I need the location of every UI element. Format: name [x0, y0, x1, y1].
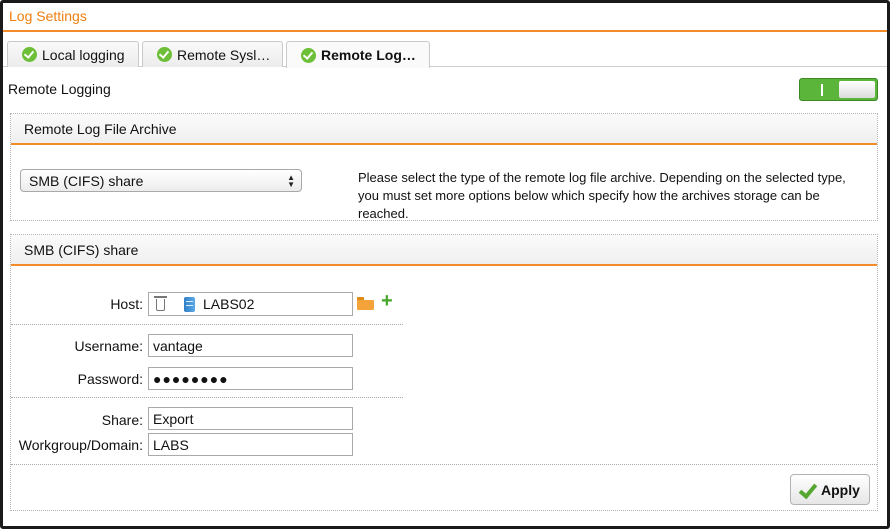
- divider: [11, 464, 877, 465]
- server-icon: [184, 296, 195, 312]
- smb-panel: SMB (CIFS) share Host: LABS02 + Username…: [10, 234, 878, 511]
- username-input[interactable]: vantage: [148, 334, 353, 357]
- workgroup-input[interactable]: LABS: [148, 433, 353, 456]
- remote-logging-toggle[interactable]: [799, 78, 878, 101]
- check-icon: [22, 47, 37, 62]
- share-label: Share:: [101, 412, 143, 428]
- trash-icon[interactable]: [154, 296, 168, 312]
- tab-local-logging[interactable]: Local logging: [7, 41, 139, 67]
- tab-remote-syslog[interactable]: Remote Sysl…: [142, 41, 283, 67]
- divider: [11, 324, 403, 325]
- archive-description: Please select the type of the remote log…: [358, 170, 846, 221]
- archive-panel-title: Remote Log File Archive: [11, 114, 877, 145]
- toggle-on-indicator: [821, 84, 823, 96]
- tab-bar: Local logging Remote Sysl… Remote Log…: [3, 35, 887, 68]
- tab-label: Local logging: [42, 46, 125, 63]
- archive-panel: Remote Log File Archive SMB (CIFS) share…: [10, 113, 878, 221]
- toggle-knob: [839, 81, 875, 98]
- remote-logging-label: Remote Logging: [8, 81, 111, 97]
- apply-button[interactable]: Apply: [790, 474, 870, 505]
- tab-label: Remote Sysl…: [177, 46, 271, 63]
- smb-panel-title: SMB (CIFS) share: [11, 235, 877, 266]
- workgroup-label: Workgroup/Domain:: [18, 437, 143, 453]
- password-input[interactable]: ●●●●●●●●: [148, 367, 353, 390]
- page-title: Log Settings: [9, 8, 87, 24]
- divider: [11, 397, 403, 398]
- tab-label: Remote Log…: [321, 47, 416, 63]
- add-host-icon[interactable]: +: [381, 291, 393, 311]
- archive-type-value: SMB (CIFS) share: [29, 173, 144, 189]
- apply-label: Apply: [821, 481, 860, 498]
- share-input[interactable]: Export: [148, 407, 353, 430]
- username-label: Username:: [74, 338, 143, 354]
- archive-type-select[interactable]: SMB (CIFS) share ▲ ▼: [20, 169, 302, 192]
- host-value: LABS02: [203, 296, 255, 312]
- password-label: Password:: [77, 371, 143, 387]
- host-label: Host:: [110, 296, 143, 312]
- log-settings-window: Log Settings Local logging Remote Sysl… …: [0, 0, 890, 529]
- check-icon: [301, 47, 316, 63]
- header: Log Settings: [3, 3, 887, 32]
- check-icon: [157, 47, 172, 62]
- host-field[interactable]: LABS02: [148, 292, 353, 316]
- checkmark-icon: [799, 482, 815, 498]
- select-arrows-icon: ▲ ▼: [287, 173, 295, 189]
- folder-browse-icon[interactable]: [357, 297, 374, 310]
- tab-remote-log-archive[interactable]: Remote Log…: [286, 41, 430, 68]
